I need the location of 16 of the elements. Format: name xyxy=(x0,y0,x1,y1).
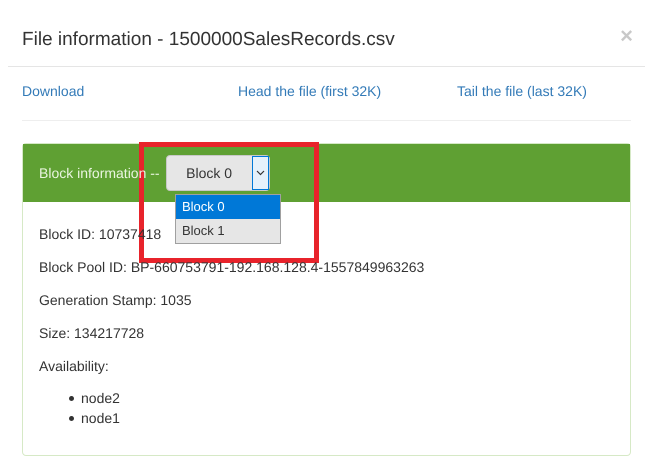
chevron-icon xyxy=(256,170,265,176)
link[interactable]: Head the file (first 32K) xyxy=(238,81,457,102)
dialog-title: File information - 1500000SalesRecords.csv xyxy=(22,28,395,52)
link[interactable]: Download xyxy=(22,81,238,102)
field-text: Block Pool ID: BP-660753791-192.168.128.4-1557849963263 xyxy=(39,259,424,275)
bullet-icon xyxy=(69,416,74,420)
block-select[interactable]: Block 0 xyxy=(166,155,270,191)
node-name: node2 xyxy=(81,389,120,408)
dropdown-option[interactable]: Block 1 xyxy=(176,219,280,243)
link[interactable]: Tail the file (last 32K) xyxy=(457,81,587,102)
dropdown-option[interactable]: Block 0 xyxy=(176,195,280,219)
field-text: Generation Stamp: 1035 xyxy=(39,292,192,308)
availability-label: Availability: xyxy=(39,358,109,374)
field-text: Size: 134217728 xyxy=(39,325,144,341)
bullet-icon xyxy=(69,396,74,400)
node-name: node1 xyxy=(81,409,120,428)
